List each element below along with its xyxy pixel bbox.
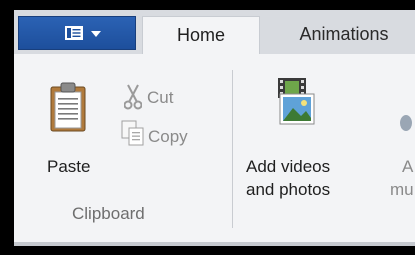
ribbon-tab-strip: Home Animations <box>14 10 415 55</box>
tab-home-label: Home <box>176 25 225 45</box>
clipboard-paste-icon <box>50 82 86 132</box>
clipboard-group-label: Clipboard <box>72 204 145 223</box>
scissors-icon <box>124 84 142 110</box>
screenshot-frame: Home Animations Paste Cut Copy Clipboard… <box>0 0 415 255</box>
cut-label: Cut <box>147 88 174 107</box>
chevron-down-icon <box>91 31 101 37</box>
tab-animations[interactable]: Animations <box>274 16 414 54</box>
copy-icon <box>121 120 144 146</box>
add-music-label-line1: A <box>402 157 414 176</box>
file-menu-button[interactable] <box>18 16 136 50</box>
add-music-label-line2: mu <box>390 180 414 199</box>
add-media-label-line2: and photos <box>246 180 331 199</box>
copy-label: Copy <box>148 127 188 146</box>
music-icon <box>400 115 412 131</box>
app-window: Home Animations Paste Cut Copy Clipboard… <box>14 10 415 246</box>
menu-icon <box>65 26 83 40</box>
ribbon-home-panel: Paste Cut Copy Clipboard Add videos and … <box>14 54 415 246</box>
group-divider <box>232 70 233 228</box>
tab-home[interactable]: Home <box>142 16 260 55</box>
add-media-label-line1: Add videos <box>246 157 331 176</box>
ribbon-bottom-edge <box>14 242 415 246</box>
paste-label: Paste <box>47 157 91 176</box>
tab-animations-label: Animations <box>299 24 389 44</box>
photo-film-icon <box>278 78 315 125</box>
